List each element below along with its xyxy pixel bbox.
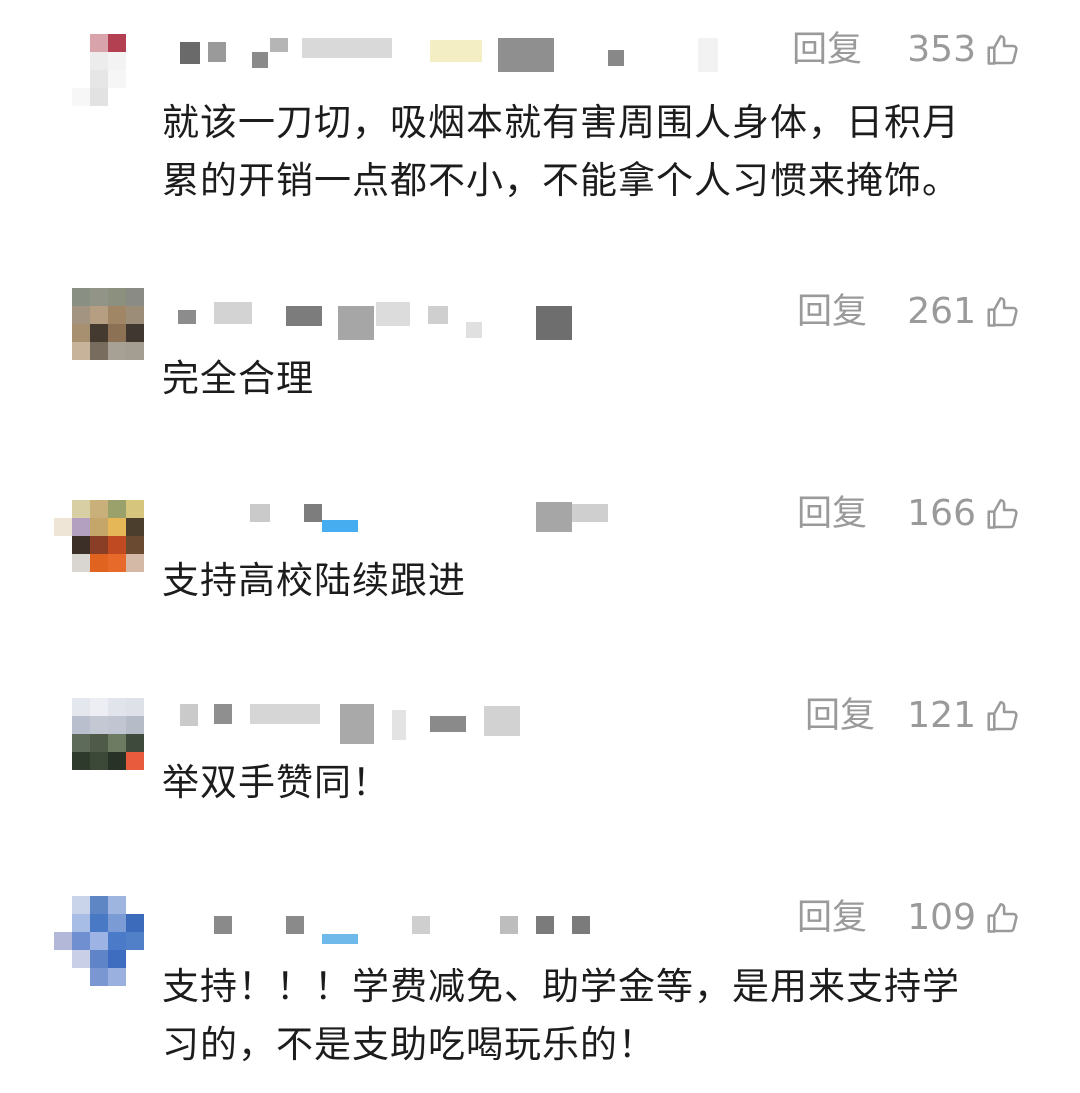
thumbs-up-icon xyxy=(987,700,1018,731)
avatar[interactable] xyxy=(72,698,144,788)
avatar[interactable] xyxy=(72,34,144,124)
like-count: 166 xyxy=(907,493,976,534)
comment-text: 支持高校陆续跟进 xyxy=(162,559,466,602)
reply-button[interactable]: 回复 xyxy=(797,898,867,938)
like-count: 353 xyxy=(907,29,976,70)
thumbs-up-icon xyxy=(987,902,1018,933)
username[interactable] xyxy=(162,292,622,340)
reply-button[interactable]: 回复 xyxy=(797,494,867,534)
like-count: 261 xyxy=(907,291,976,332)
username[interactable] xyxy=(162,494,622,532)
thumbs-up-icon xyxy=(987,296,1018,327)
thumbs-up-icon xyxy=(987,498,1018,529)
comment-text: 完全合理 xyxy=(162,357,314,400)
comment-text: 支持！！！学费减免、助学金等，是用来支持学 习的，不是支助吃喝玩乐的！ xyxy=(162,965,960,1066)
reply-button[interactable]: 回复 xyxy=(792,30,862,70)
like-button[interactable]: 261 xyxy=(907,292,1022,332)
like-button[interactable]: 121 xyxy=(907,696,1022,736)
reply-button[interactable]: 回复 xyxy=(805,696,875,736)
like-button[interactable]: 109 xyxy=(907,898,1022,938)
username[interactable] xyxy=(162,696,622,744)
like-count: 109 xyxy=(907,897,976,938)
reply-button[interactable]: 回复 xyxy=(797,292,867,332)
avatar[interactable] xyxy=(54,500,144,590)
comment-text: 举双手赞同！ xyxy=(162,761,390,804)
like-count: 121 xyxy=(907,695,976,736)
like-button[interactable]: 353 xyxy=(907,30,1022,70)
username[interactable] xyxy=(162,30,718,72)
avatar[interactable] xyxy=(54,896,144,986)
avatar[interactable] xyxy=(72,288,144,378)
comment-text: 就该一刀切，吸烟本就有害周围人身体，日积月 累的开销一点都不小，不能拿个人习惯来… xyxy=(162,101,960,202)
like-button[interactable]: 166 xyxy=(907,494,1022,534)
thumbs-up-icon xyxy=(987,34,1018,65)
username[interactable] xyxy=(162,898,622,944)
